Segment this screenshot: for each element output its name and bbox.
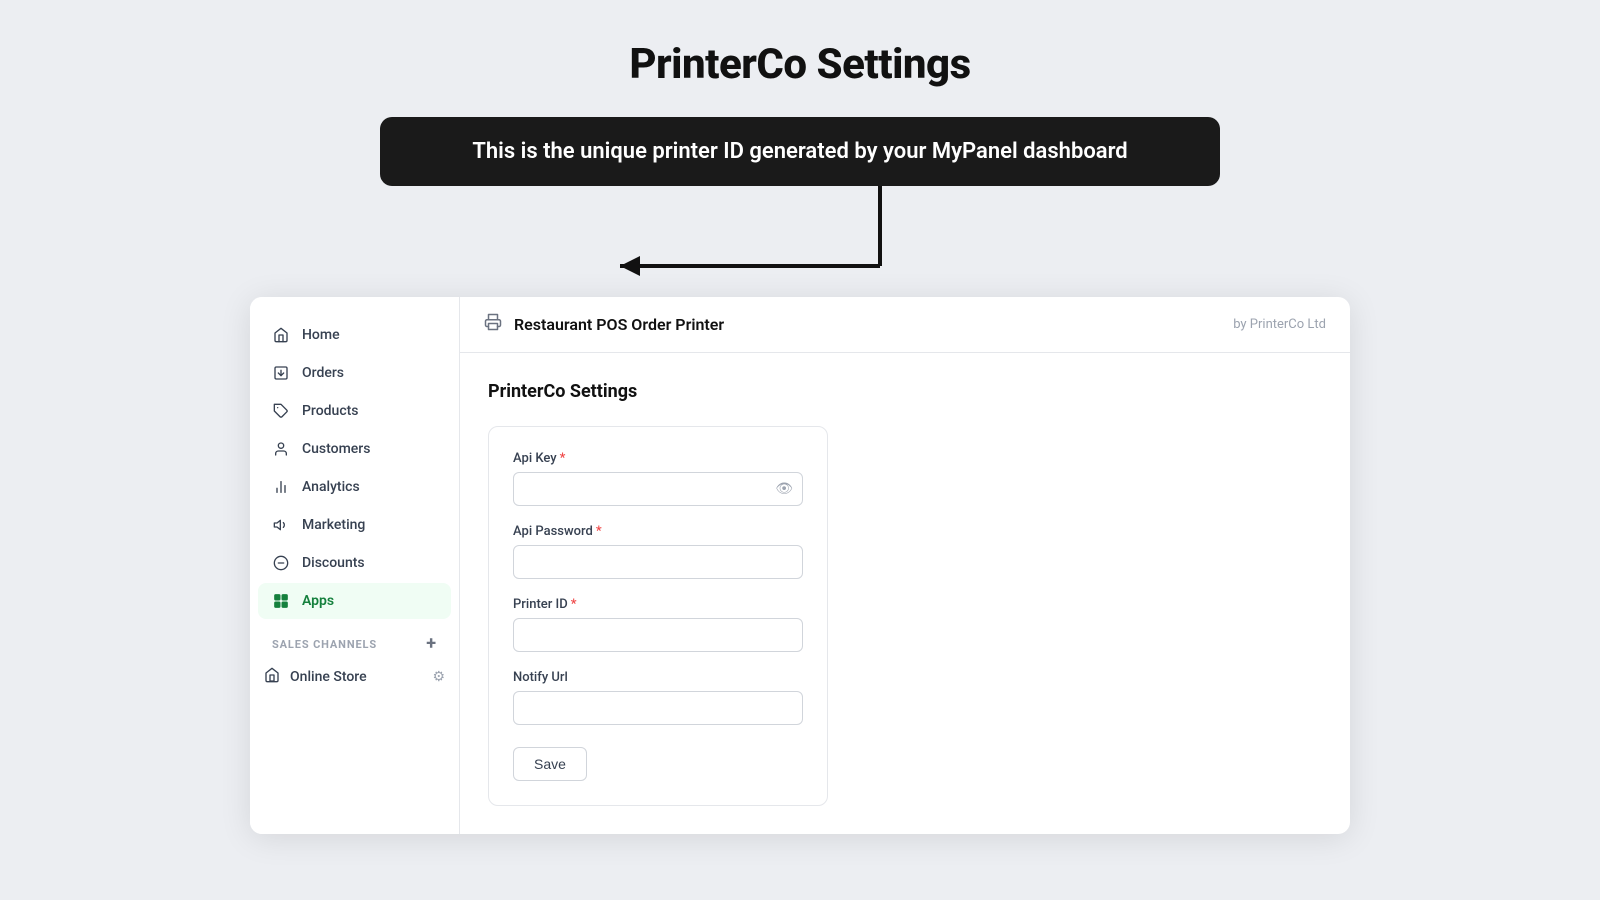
sidebar-item-discounts[interactable]: Discounts [258,545,451,581]
marketing-icon [272,516,290,534]
api-password-group: Api Password * [513,524,803,579]
eye-icon[interactable]: 👁 [775,481,793,497]
channel-settings-icon[interactable]: ⚙ [432,669,445,685]
annotation-arrow [250,186,1350,301]
sidebar-item-label: Marketing [302,517,365,533]
sidebar-item-marketing[interactable]: Marketing [258,507,451,543]
sidebar-item-label: Customers [302,441,370,457]
settings-container: PrinterCo Settings Api Key * 👁 Api Passw [460,353,1350,834]
channel-label: Online Store [290,669,367,685]
form-card: Api Key * 👁 Api Password * [488,426,828,806]
sidebar-item-products[interactable]: Products [258,393,451,429]
sidebar-item-customers[interactable]: Customers [258,431,451,467]
printer-id-input[interactable] [513,618,803,652]
tooltip-banner: This is the unique printer ID generated … [380,117,1220,186]
sidebar-item-label: Discounts [302,555,365,571]
home-icon [272,326,290,344]
store-icon [264,667,280,687]
settings-form-title: PrinterCo Settings [488,381,1322,402]
analytics-icon [272,478,290,496]
sidebar-item-label: Apps [302,593,334,609]
sidebar-item-online-store[interactable]: Online Store ⚙ [250,659,459,695]
top-bar: Restaurant POS Order Printer by PrinterC… [460,297,1350,353]
sidebar-channels-section: SALES CHANNELS + [250,619,459,659]
add-channel-button[interactable]: + [426,635,437,653]
sidebar-item-apps[interactable]: Apps [258,583,451,619]
page-title: PrinterCo Settings [629,40,970,89]
sidebar: Home Orders Products Customers [250,297,460,834]
notify-url-label: Notify Url [513,670,803,685]
api-key-group: Api Key * 👁 [513,451,803,506]
main-content: Restaurant POS Order Printer by PrinterC… [460,297,1350,834]
sidebar-item-analytics[interactable]: Analytics [258,469,451,505]
sidebar-item-label: Home [302,327,340,343]
top-bar-title: Restaurant POS Order Printer [514,315,1221,334]
sidebar-item-orders[interactable]: Orders [258,355,451,391]
sidebar-item-label: Products [302,403,359,419]
top-bar-by: by PrinterCo Ltd [1233,317,1326,332]
api-key-label: Api Key * [513,451,803,466]
notify-url-group: Notify Url [513,670,803,725]
sidebar-nav: Home Orders Products Customers [250,317,459,619]
products-icon [272,402,290,420]
api-key-input[interactable] [513,472,803,506]
printer-id-label: Printer ID * [513,597,803,612]
discounts-icon [272,554,290,572]
api-password-label: Api Password * [513,524,803,539]
sidebar-item-home[interactable]: Home [258,317,451,353]
apps-icon [272,592,290,610]
api-password-input[interactable] [513,545,803,579]
customers-icon [272,440,290,458]
printer-id-group: Printer ID * [513,597,803,652]
sidebar-item-label: Orders [302,365,344,381]
orders-icon [272,364,290,382]
save-button[interactable]: Save [513,747,587,781]
printer-icon [484,313,502,336]
notify-url-input[interactable] [513,691,803,725]
sidebar-item-label: Analytics [302,479,360,495]
app-window: Home Orders Products Customers [250,297,1350,834]
